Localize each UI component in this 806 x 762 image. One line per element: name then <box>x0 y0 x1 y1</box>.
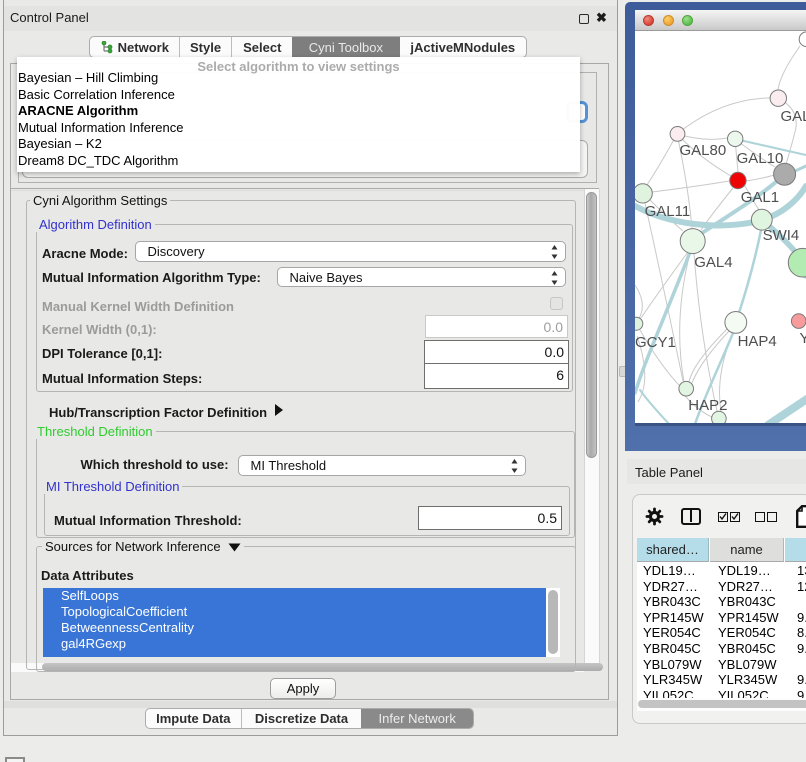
svg-text:GAL1: GAL1 <box>741 189 779 206</box>
svg-text:GAL11: GAL11 <box>645 203 691 220</box>
svg-text:GCY1: GCY1 <box>635 334 676 351</box>
svg-text:GAL: GAL <box>781 108 806 125</box>
svg-text:HAP4: HAP4 <box>738 333 777 350</box>
svg-text:HAP2: HAP2 <box>688 397 727 414</box>
svg-text:GAL80: GAL80 <box>680 142 727 159</box>
svg-text:GAL4: GAL4 <box>694 254 732 271</box>
svg-text:GAL10: GAL10 <box>737 150 784 167</box>
svg-text:SWI4: SWI4 <box>763 227 800 244</box>
svg-text:Y: Y <box>800 330 806 347</box>
